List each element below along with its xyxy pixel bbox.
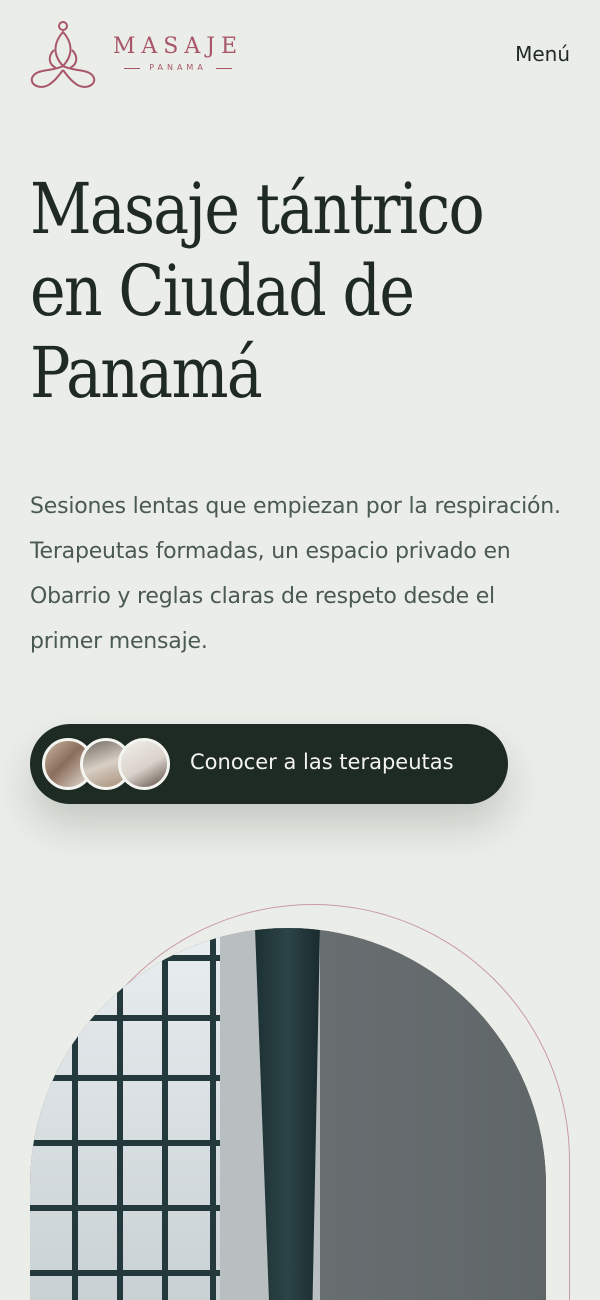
logo-wordmark: MASAJE <box>112 34 244 59</box>
brand-logo[interactable]: MASAJE PANAMA <box>28 20 248 92</box>
logo-divider-right <box>216 68 232 69</box>
meet-therapists-label: Conocer a las terapeutas <box>190 750 454 774</box>
room-illustration <box>30 928 546 1300</box>
menu-button[interactable]: Menú <box>515 42 570 66</box>
hero-description: Sesiones lentas que empiezan por la resp… <box>30 494 561 654</box>
hero-title-line: Panamá <box>30 332 263 414</box>
hero-title-line: Masaje tántrico <box>30 168 485 250</box>
hero-room-photo <box>30 928 546 1300</box>
site-header: MASAJE PANAMA Menú <box>0 0 600 110</box>
lotus-figure-icon <box>30 21 96 88</box>
hero-title: Masaje tántrico en Ciudad de Panamá <box>30 168 580 414</box>
therapist-avatar <box>118 738 170 790</box>
hero-title-line: en Ciudad de <box>30 250 415 332</box>
meet-therapists-button[interactable]: Conocer a las terapeutas <box>30 724 508 804</box>
